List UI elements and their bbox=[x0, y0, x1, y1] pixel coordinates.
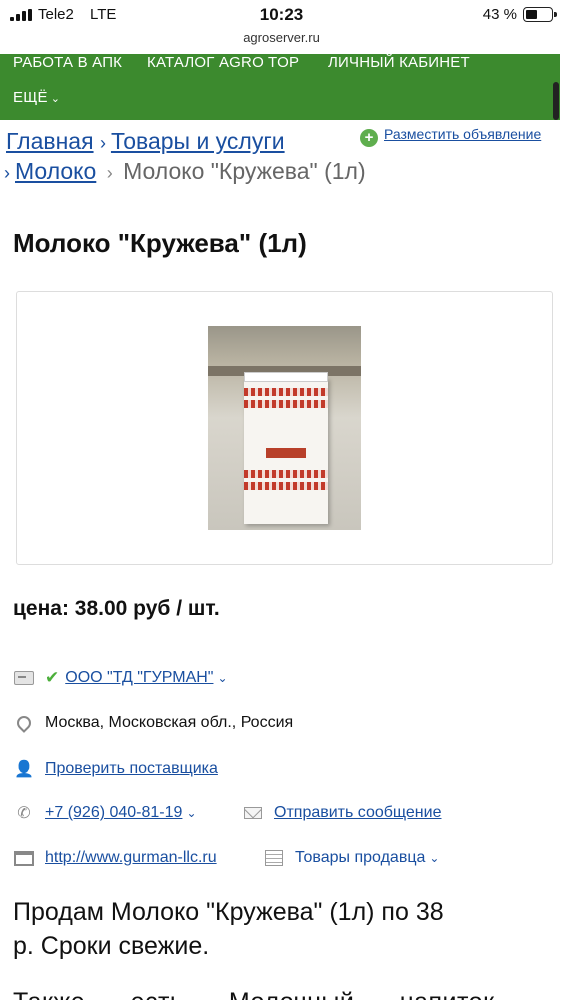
product-photo[interactable] bbox=[208, 326, 361, 530]
list-icon bbox=[263, 849, 285, 867]
breadcrumb-separator-icon: › bbox=[99, 133, 111, 153]
breadcrumb-goods[interactable]: Товары и услуги bbox=[111, 128, 285, 154]
check-icon: ✔ bbox=[45, 668, 60, 687]
pin-icon bbox=[13, 713, 35, 733]
nav-more-label: ЕЩЁ bbox=[13, 89, 48, 106]
window-icon bbox=[13, 849, 35, 867]
phone-link[interactable]: +7 (926) 040-81-19 bbox=[45, 804, 182, 822]
description-line: р. Сроки свежие. bbox=[13, 932, 210, 960]
nav-item-account[interactable]: ЛИЧНЫЙ КАБИНЕТ bbox=[328, 54, 470, 71]
check-supplier-row: 👤 Проверить поставщика bbox=[13, 760, 218, 778]
breadcrumb: Главная › Товары и услуги bbox=[6, 128, 285, 155]
status-bar: Tele2 LTE 10:23 43 % bbox=[0, 0, 563, 30]
chevron-down-icon: ⌄ bbox=[50, 93, 61, 105]
post-ad-link[interactable]: + Разместить объявление bbox=[360, 126, 541, 147]
seller-company-link[interactable]: ООО "ТД "ГУРМАН" bbox=[65, 669, 213, 687]
breadcrumb-separator-icon: › bbox=[106, 163, 113, 183]
check-supplier-link[interactable]: Проверить поставщика bbox=[45, 760, 218, 778]
product-description: Продам Молоко "Кружева" (1л) по 38 р. Ср… bbox=[13, 895, 444, 963]
main-nav: РАБОТА В АПК КАТАЛОГ AGRO TOP ЛИЧНЫЙ КАБ… bbox=[0, 54, 560, 120]
send-message-link[interactable]: Отправить сообщение bbox=[274, 804, 441, 822]
nav-item-jobs[interactable]: РАБОТА В АПК bbox=[13, 54, 122, 71]
envelope-icon bbox=[242, 804, 264, 822]
description-line: Также есть Молочный напиток bbox=[13, 985, 495, 1000]
product-image-frame bbox=[16, 291, 553, 565]
nav-item-catalog[interactable]: КАТАЛОГ AGRO TOP bbox=[147, 54, 299, 71]
battery-percent: 43 % bbox=[482, 6, 517, 23]
scrollbar[interactable] bbox=[553, 82, 559, 120]
chevron-down-icon[interactable]: ⌄ bbox=[429, 851, 439, 865]
product-price: цена: 38.00 руб / шт. bbox=[13, 597, 220, 620]
contact-row: ✆ +7 (926) 040-81-19 ⌄ Отправить сообщен… bbox=[13, 804, 553, 822]
seller-goods-group: Товары продавца ⌄ bbox=[263, 849, 439, 867]
plus-icon: + bbox=[360, 129, 378, 147]
milk-carton-image bbox=[244, 372, 328, 524]
breadcrumb-current: Молоко "Кружева" (1л) bbox=[123, 158, 366, 184]
page-title: Молоко "Кружева" (1л) bbox=[13, 228, 307, 258]
website-row: http://www.gurman-llc.ru Товары продавца… bbox=[13, 849, 553, 867]
breadcrumb-separator-icon: › bbox=[4, 163, 15, 183]
seller-location: Москва, Московская обл., Россия bbox=[45, 714, 294, 731]
business-card-icon bbox=[13, 669, 35, 687]
breadcrumb-home[interactable]: Главная bbox=[6, 128, 94, 154]
user-search-icon: 👤 bbox=[14, 761, 34, 778]
seller-location-row: Москва, Московская обл., Россия bbox=[13, 713, 294, 733]
description-line: Продам Молоко "Кружева" (1л) по 38 bbox=[13, 898, 444, 926]
phone-icon: ✆ bbox=[17, 805, 31, 822]
chevron-down-icon[interactable]: ⌄ bbox=[186, 806, 196, 820]
send-message-group: Отправить сообщение bbox=[242, 804, 441, 822]
website-link[interactable]: http://www.gurman-llc.ru bbox=[45, 849, 217, 867]
seller-goods-link[interactable]: Товары продавца bbox=[295, 849, 425, 867]
nav-item-more[interactable]: ЕЩЁ ⌄ bbox=[13, 89, 60, 106]
battery-icon bbox=[523, 7, 557, 22]
breadcrumb-category[interactable]: Молоко bbox=[15, 158, 96, 184]
post-ad-label[interactable]: Разместить объявление bbox=[384, 126, 541, 142]
address-bar[interactable]: agroserver.ru bbox=[0, 30, 563, 45]
chevron-down-icon[interactable]: ⌄ bbox=[217, 671, 227, 685]
clock: 10:23 bbox=[259, 5, 304, 24]
breadcrumb-line-2: › Молоко › Молоко "Кружева" (1л) bbox=[4, 158, 366, 185]
seller-company-row: ✔ ООО "ТД "ГУРМАН" ⌄ bbox=[13, 668, 228, 688]
